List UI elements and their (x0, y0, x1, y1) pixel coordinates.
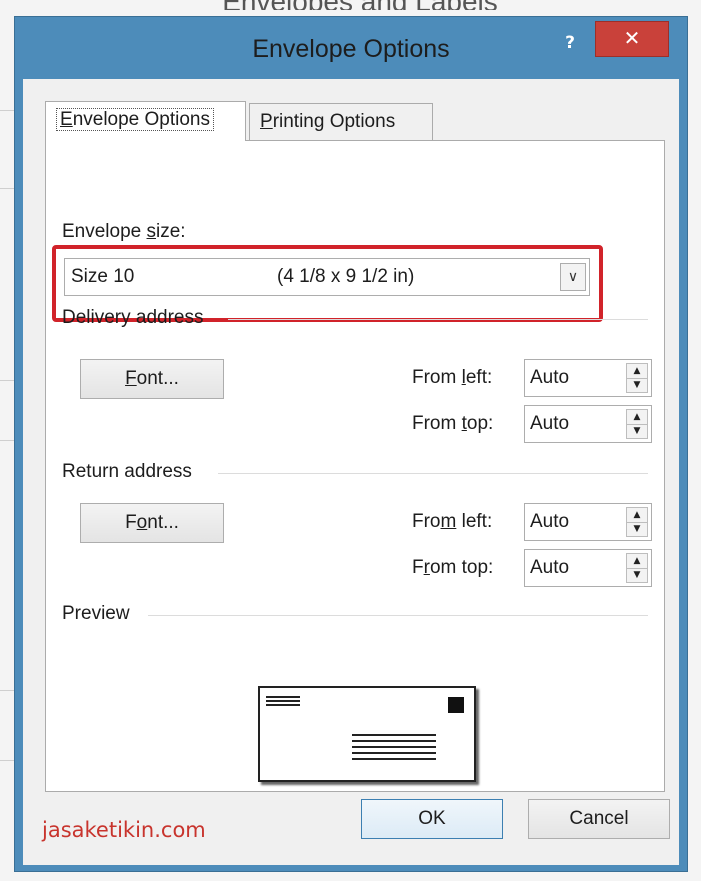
envelope-preview (258, 686, 476, 782)
delivery-from-left-spinner[interactable]: Auto ▲ ▼ (524, 359, 652, 397)
spin-up-icon[interactable]: ▲ (627, 508, 647, 523)
dialog-client-area: Envelope Options Printing Options Envelo… (23, 79, 679, 865)
return-address-line (266, 696, 300, 698)
spin-down-icon[interactable]: ▼ (627, 378, 647, 392)
return-from-top-spinner[interactable]: Auto ▲ ▼ (524, 549, 652, 587)
return-font-button[interactable]: Font... (80, 503, 224, 543)
background-rule (0, 690, 14, 691)
dialog-title: Envelope Options (252, 35, 450, 63)
tab-printing-options[interactable]: Printing Options (249, 103, 433, 140)
group-divider (228, 319, 648, 320)
background-rule (0, 110, 14, 111)
preview-heading: Preview (62, 603, 130, 624)
delivery-address-line (352, 740, 436, 742)
tab-envelope-options-label: Envelope Options (56, 108, 215, 131)
envelope-options-dialog: Envelope Options ? ✕ Envelope Options Pr… (14, 16, 688, 872)
tab-envelope-options[interactable]: Envelope Options (45, 101, 246, 141)
delivery-font-button[interactable]: Font... (80, 359, 224, 399)
background-rule (0, 440, 14, 441)
background-rule (0, 380, 14, 381)
spin-down-icon[interactable]: ▼ (627, 568, 647, 582)
delivery-address-line (352, 752, 436, 754)
spin-down-icon[interactable]: ▼ (627, 522, 647, 536)
delivery-from-top-label: From top: (412, 413, 494, 434)
envelope-size-name: Size 10 (71, 266, 135, 287)
tab-printing-options-label: Printing Options (260, 111, 396, 132)
return-address-line (266, 704, 300, 706)
return-from-left-value: Auto (530, 511, 570, 532)
watermark-text: jasaketikin.com (42, 818, 206, 842)
delivery-from-left-value: Auto (530, 367, 570, 388)
tab-panel: Envelope size: Size 10 (4 1/8 x 9 1/2 in… (45, 140, 665, 792)
return-from-top-value: Auto (530, 557, 570, 578)
chevron-down-icon[interactable]: ∨ (560, 263, 586, 291)
return-address-heading: Return address (62, 461, 192, 482)
close-button[interactable]: ✕ (595, 21, 669, 57)
delivery-address-line (352, 758, 436, 760)
group-divider (218, 473, 648, 474)
return-from-left-label: From left: (412, 511, 493, 532)
spin-up-icon[interactable]: ▲ (627, 410, 647, 425)
return-address-line (266, 700, 300, 702)
envelope-size-select[interactable]: Size 10 (4 1/8 x 9 1/2 in) ∨ (64, 258, 590, 296)
help-button[interactable]: ? (558, 29, 582, 57)
delivery-from-left-label: From left: (412, 367, 493, 388)
background-title: Envelopes and Labels (200, 0, 520, 10)
background-rule (0, 188, 14, 189)
dialog-titlebar[interactable]: Envelope Options ? ✕ (15, 17, 687, 79)
delivery-address-heading: Delivery address (62, 307, 204, 328)
delivery-from-top-spinner[interactable]: Auto ▲ ▼ (524, 405, 652, 443)
return-from-top-label: From top: (412, 557, 494, 578)
envelope-size-dimensions: (4 1/8 x 9 1/2 in) (277, 266, 415, 287)
spin-down-icon[interactable]: ▼ (627, 424, 647, 438)
delivery-address-line (352, 746, 436, 748)
delivery-from-top-value: Auto (530, 413, 570, 434)
spin-up-icon[interactable]: ▲ (627, 364, 647, 379)
ok-button[interactable]: OK (361, 799, 503, 839)
stamp-icon (448, 697, 464, 713)
delivery-address-line (352, 734, 436, 736)
background-rule (0, 760, 14, 761)
return-from-left-spinner[interactable]: Auto ▲ ▼ (524, 503, 652, 541)
spin-up-icon[interactable]: ▲ (627, 554, 647, 569)
envelope-size-label: Envelope size: (62, 221, 186, 242)
cancel-button[interactable]: Cancel (528, 799, 670, 839)
group-divider (148, 615, 648, 616)
